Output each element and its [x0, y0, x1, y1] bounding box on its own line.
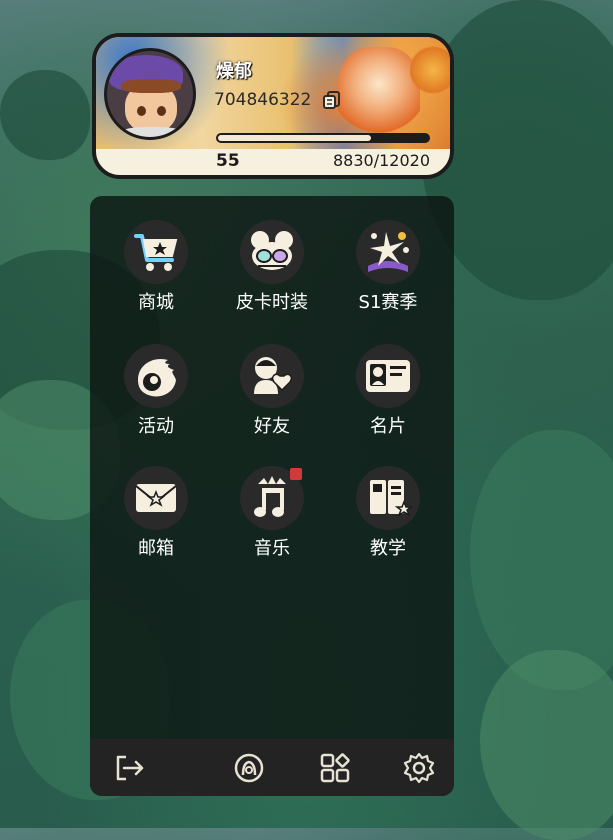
xp-text: 8830/12020 — [332, 151, 430, 170]
menu-item-events[interactable]: 活动 — [106, 344, 206, 456]
menu-label: 教学 — [370, 538, 406, 559]
menu-label: 好友 — [254, 416, 290, 437]
banner-mascot-art — [410, 43, 450, 103]
username: 燥郁 — [216, 61, 252, 82]
xp-progress-bar — [216, 133, 430, 143]
main-menu-panel: 商城 皮卡时装 S1赛季 活动 好友 名片 邮箱 音乐 教学 — [90, 196, 454, 796]
friends-heart-icon — [254, 357, 293, 394]
settings-gear-icon[interactable] — [402, 751, 436, 785]
bottom-action-bar — [90, 739, 454, 796]
avatar[interactable] — [104, 48, 196, 140]
menu-item-tutorial[interactable]: 教学 — [338, 466, 438, 578]
menu-label: 商城 — [138, 292, 174, 313]
menu-item-mail[interactable]: 邮箱 — [106, 466, 206, 578]
menu-label: 活动 — [138, 416, 174, 437]
apps-grid-icon[interactable] — [318, 751, 352, 785]
menu-label: S1赛季 — [358, 292, 418, 313]
xp-progress-fill — [218, 135, 372, 141]
menu-label: 邮箱 — [138, 538, 174, 559]
name-card-icon — [366, 360, 410, 392]
menu-label: 名片 — [370, 416, 406, 437]
event-flame-icon — [138, 358, 176, 397]
menu-label: 皮卡时装 — [236, 292, 308, 313]
player-level: 55 — [216, 151, 240, 171]
notification-badge — [290, 468, 302, 480]
menu-label: 音乐 — [254, 538, 290, 559]
menu-item-fashion[interactable]: 皮卡时装 — [222, 220, 322, 332]
menu-item-music[interactable]: 音乐 — [222, 466, 322, 578]
user-id: 704846322 — [214, 90, 312, 110]
copy-icon[interactable] — [322, 90, 342, 110]
menu-item-namecard[interactable]: 名片 — [338, 344, 438, 456]
season-star-icon — [368, 232, 409, 272]
menu-item-shop[interactable]: 商城 — [106, 220, 206, 332]
shop-cart-icon — [134, 234, 178, 271]
mail-icon — [135, 484, 177, 512]
support-icon[interactable] — [232, 751, 266, 785]
banner-character-art — [338, 47, 420, 139]
fashion-mask-icon — [251, 231, 293, 270]
logout-icon[interactable] — [112, 751, 146, 785]
tutorial-book-icon — [370, 480, 414, 517]
menu-item-season[interactable]: S1赛季 — [338, 220, 438, 332]
menu-item-friends[interactable]: 好友 — [222, 344, 322, 456]
profile-card[interactable]: 燥郁 704846322 55 8830/12020 — [92, 33, 454, 179]
